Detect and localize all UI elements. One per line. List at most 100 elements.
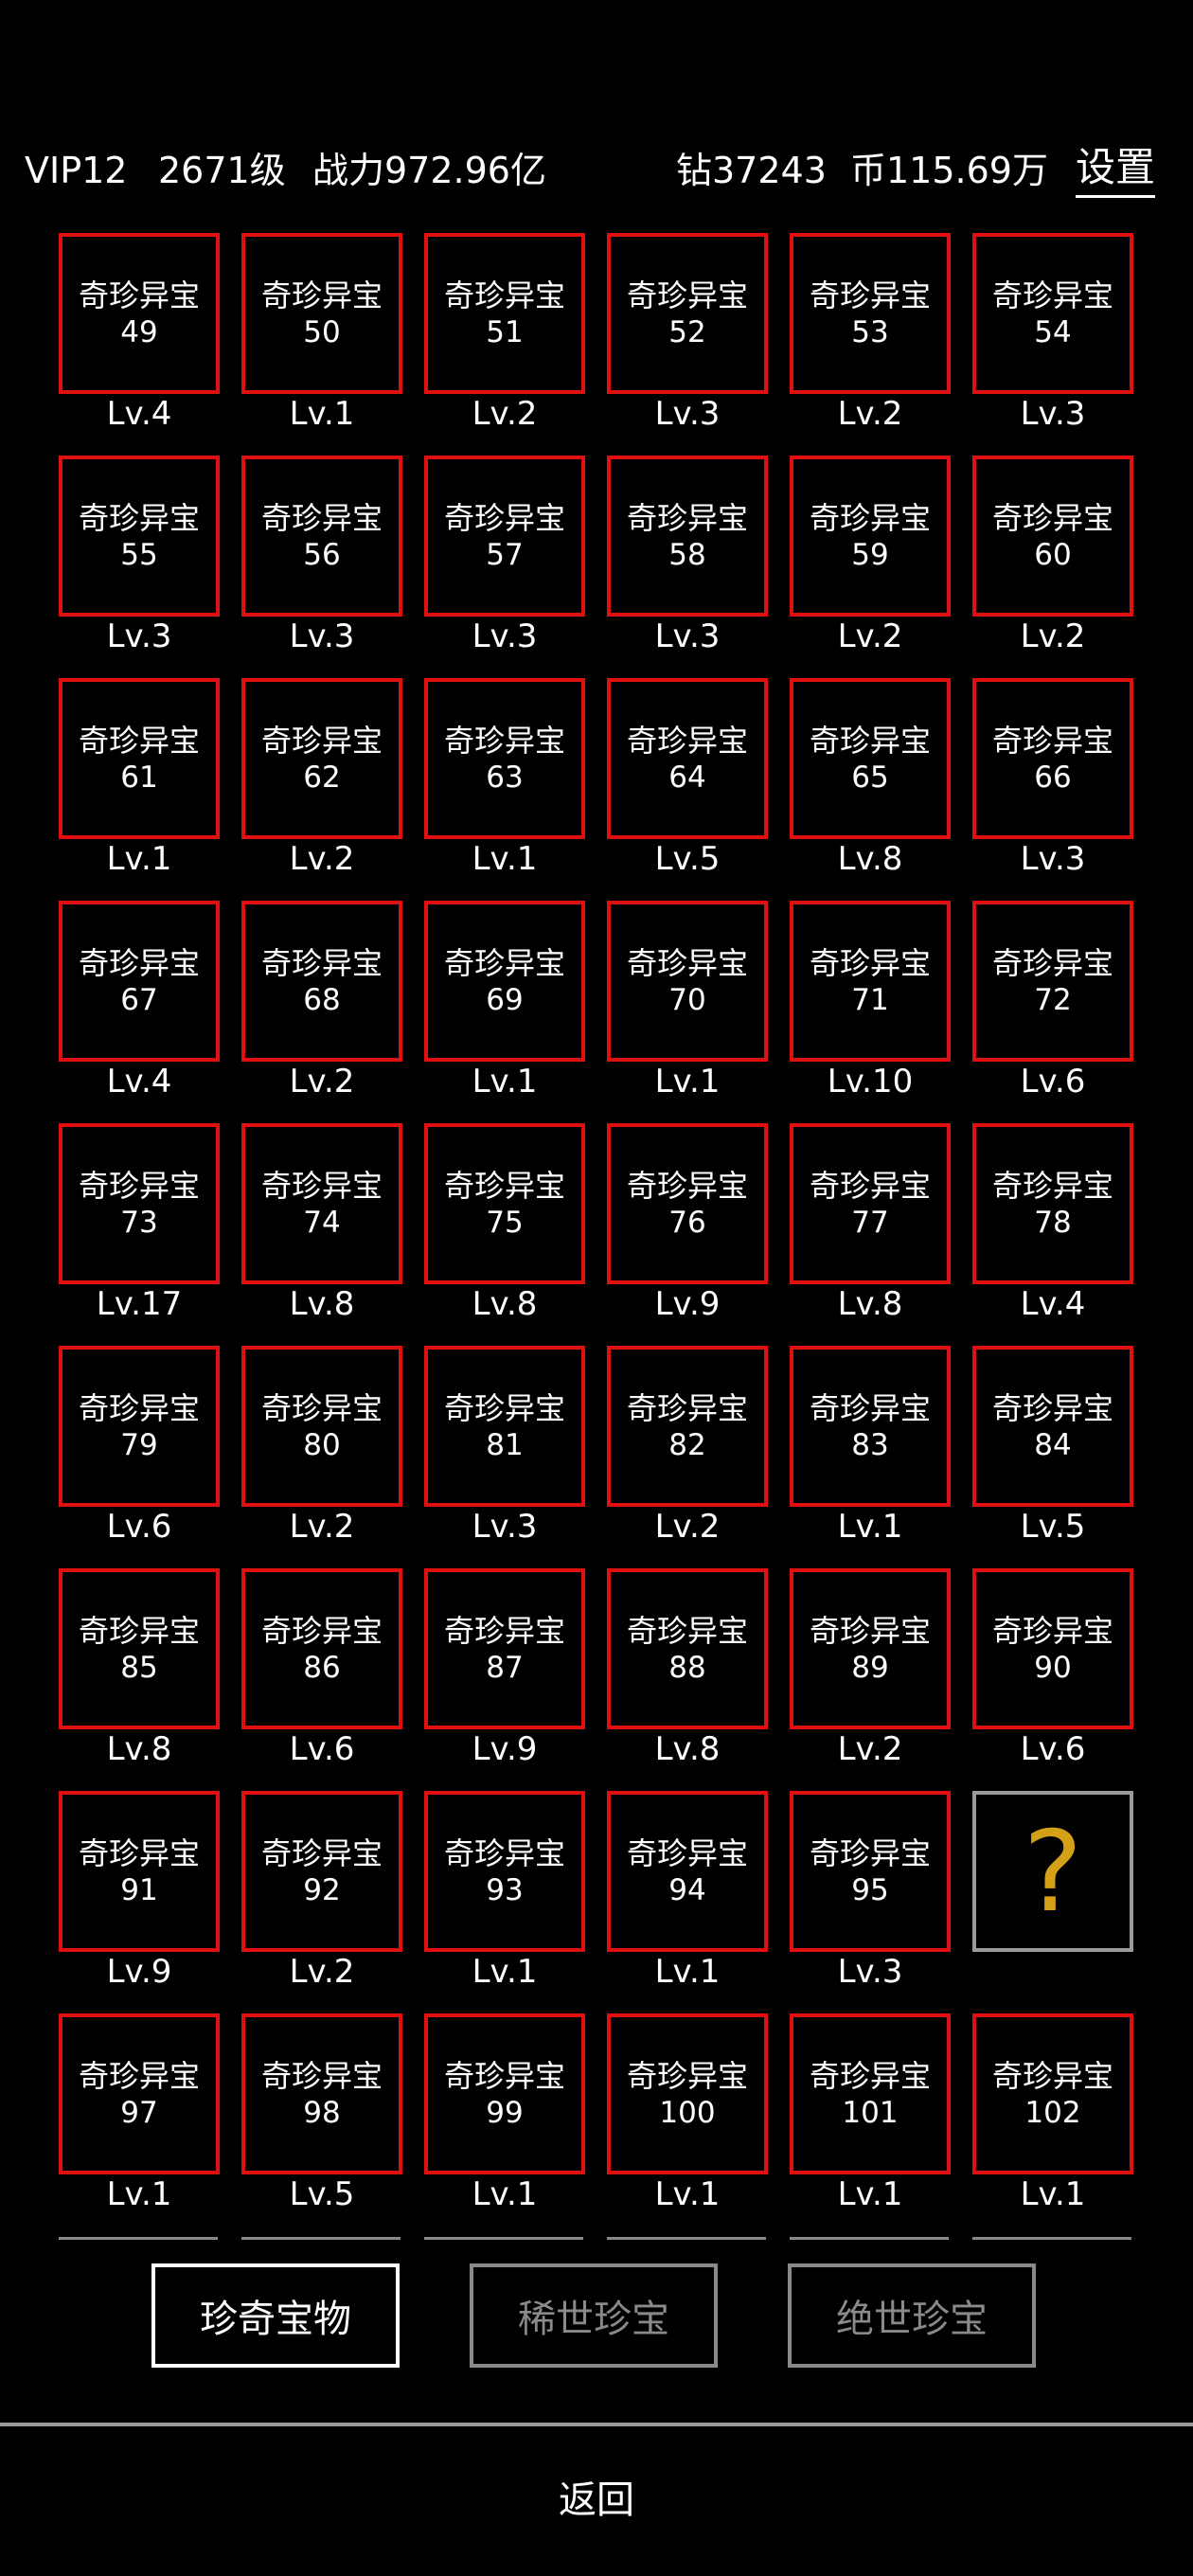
treasure-level: Lv.6 [106, 1508, 172, 1546]
treasure-card[interactable]: 奇珍异宝 95 [790, 1791, 951, 1952]
back-button[interactable]: 返回 [502, 2462, 691, 2538]
coin-balance: 币115.69万 [850, 150, 1048, 191]
treasure-number: 101 [842, 2096, 899, 2130]
treasure-card[interactable]: 奇珍异宝 89 [790, 1568, 951, 1729]
treasure-card[interactable]: 奇珍异宝 79 [59, 1346, 220, 1507]
treasure-name: 奇珍异宝 [260, 1168, 383, 1204]
treasure-card[interactable]: 奇珍异宝 94 [607, 1791, 768, 1952]
treasure-name: 奇珍异宝 [78, 1168, 200, 1204]
treasure-name: 奇珍异宝 [78, 1835, 200, 1871]
treasure-card[interactable]: 奇珍异宝 91 [59, 1791, 220, 1952]
treasure-card[interactable]: 奇珍异宝 71 [790, 901, 951, 1062]
treasure-card[interactable]: 奇珍异宝 99 [424, 2013, 585, 2174]
treasure-name: 奇珍异宝 [626, 1613, 748, 1649]
treasure-card[interactable]: 奇珍异宝 76 [607, 1123, 768, 1284]
treasure-card[interactable]: 奇珍异宝 98 [241, 2013, 402, 2174]
treasure-level: Lv.3 [654, 395, 721, 433]
treasure-number: 77 [851, 1206, 889, 1240]
treasure-level: Lv.6 [1020, 1063, 1086, 1100]
treasure-card[interactable]: 奇珍异宝 59 [790, 456, 951, 617]
treasure-card[interactable]: 奇珍异宝 50 [241, 233, 402, 394]
treasure-number: 64 [668, 760, 706, 795]
treasure-number: 98 [303, 2096, 341, 2130]
treasure-name: 奇珍异宝 [78, 723, 200, 759]
treasure-card[interactable]: 奇珍异宝 90 [972, 1568, 1133, 1729]
treasure-slot: 奇珍异宝 100 Lv.1 [607, 2013, 768, 2236]
treasure-card[interactable]: 奇珍异宝 82 [607, 1346, 768, 1507]
treasure-card[interactable]: 奇珍异宝 81 [424, 1346, 585, 1507]
treasure-number: 91 [120, 1873, 158, 1907]
treasure-card[interactable]: 奇珍异宝 87 [424, 1568, 585, 1729]
treasure-number: 81 [486, 1428, 524, 1462]
treasure-card[interactable]: 奇珍异宝 55 [59, 456, 220, 617]
treasure-level: Lv.2 [289, 840, 355, 878]
treasure-card[interactable]: 奇珍异宝 102 [972, 2013, 1133, 2174]
treasure-slot: 奇珍异宝 82 Lv.2 [607, 1346, 768, 1568]
treasure-card[interactable]: 奇珍异宝 61 [59, 678, 220, 839]
treasure-card[interactable]: 奇珍异宝 63 [424, 678, 585, 839]
treasure-number: 55 [120, 538, 158, 572]
treasure-slot: 奇珍异宝 61 Lv.1 [59, 678, 220, 901]
treasure-level: Lv.4 [106, 395, 172, 433]
tab-peerless-treasures[interactable]: 绝世珍宝 [788, 2263, 1036, 2368]
treasure-card[interactable]: 奇珍异宝 51 [424, 233, 585, 394]
treasure-level: Lv.8 [654, 1730, 721, 1768]
tab-precious-treasures[interactable]: 稀世珍宝 [470, 2263, 718, 2368]
treasure-card[interactable]: 奇珍异宝 58 [607, 456, 768, 617]
treasure-card[interactable]: 奇珍异宝 83 [790, 1346, 951, 1507]
treasure-card[interactable]: 奇珍异宝 70 [607, 901, 768, 1062]
settings-button[interactable]: 设置 [1076, 140, 1156, 198]
treasure-card[interactable]: 奇珍异宝 65 [790, 678, 951, 839]
treasure-card[interactable]: 奇珍异宝 72 [972, 901, 1133, 1062]
treasure-card[interactable]: 奇珍异宝 56 [241, 456, 402, 617]
treasure-slot: 奇珍异宝 68 Lv.2 [241, 901, 402, 1123]
treasure-slot: 奇珍异宝 102 Lv.1 [972, 2013, 1133, 2236]
treasure-slot: 奇珍异宝 73 Lv.17 [59, 1123, 220, 1346]
treasure-name: 奇珍异宝 [991, 1613, 1113, 1649]
treasure-card[interactable]: 奇珍异宝 69 [424, 901, 585, 1062]
treasure-card[interactable]: 奇珍异宝 52 [607, 233, 768, 394]
treasure-slot: 奇珍异宝 74 Lv.8 [241, 1123, 402, 1346]
treasure-number: 50 [303, 315, 341, 349]
treasure-card[interactable]: 奇珍异宝 75 [424, 1123, 585, 1284]
treasure-level: Lv.2 [1020, 617, 1086, 655]
treasure-card[interactable]: 奇珍异宝 73 [59, 1123, 220, 1284]
treasure-slot: 奇珍异宝 89 Lv.2 [790, 1568, 951, 1791]
treasure-card[interactable]: 奇珍异宝 101 [790, 2013, 951, 2174]
treasure-card[interactable]: 奇珍异宝 80 [241, 1346, 402, 1507]
treasure-card[interactable]: 奇珍异宝 86 [241, 1568, 402, 1729]
treasure-level: Lv.3 [289, 617, 355, 655]
treasure-card[interactable]: 奇珍异宝 49 [59, 233, 220, 394]
treasure-card[interactable]: 奇珍异宝 62 [241, 678, 402, 839]
tab-rare-treasures[interactable]: 珍奇宝物 [151, 2263, 400, 2368]
treasure-card[interactable]: 奇珍异宝 68 [241, 901, 402, 1062]
treasure-level: Lv.3 [837, 1953, 903, 1991]
treasure-level: Lv.3 [106, 617, 172, 655]
treasure-card[interactable]: 奇珍异宝 85 [59, 1568, 220, 1729]
treasure-card[interactable]: 奇珍异宝 74 [241, 1123, 402, 1284]
treasure-name: 奇珍异宝 [809, 945, 931, 981]
treasure-card[interactable]: 奇珍异宝 93 [424, 1791, 585, 1952]
treasure-card[interactable]: 奇珍异宝 64 [607, 678, 768, 839]
treasure-slot: 奇珍异宝 72 Lv.6 [972, 901, 1133, 1123]
treasure-card[interactable]: 奇珍异宝 97 [59, 2013, 220, 2174]
locked-treasure-card[interactable]: ? [972, 1791, 1133, 1952]
treasure-card[interactable]: 奇珍异宝 57 [424, 456, 585, 617]
treasure-card[interactable]: 奇珍异宝 78 [972, 1123, 1133, 1284]
treasure-card[interactable]: 奇珍异宝 53 [790, 233, 951, 394]
treasure-card[interactable]: 奇珍异宝 66 [972, 678, 1133, 839]
bottom-divider [0, 2423, 1193, 2426]
treasure-number: 83 [851, 1428, 889, 1462]
treasure-card[interactable]: 奇珍异宝 88 [607, 1568, 768, 1729]
treasure-card[interactable]: 奇珍异宝 100 [607, 2013, 768, 2174]
treasure-card[interactable]: 奇珍异宝 92 [241, 1791, 402, 1952]
treasure-name: 奇珍异宝 [809, 723, 931, 759]
treasure-card[interactable]: 奇珍异宝 54 [972, 233, 1133, 394]
treasure-slot: 奇珍异宝 50 Lv.1 [241, 233, 402, 456]
treasure-card[interactable]: 奇珍异宝 67 [59, 901, 220, 1062]
treasure-card[interactable]: 奇珍异宝 77 [790, 1123, 951, 1284]
treasure-card[interactable]: 奇珍异宝 84 [972, 1346, 1133, 1507]
treasure-name: 奇珍异宝 [809, 277, 931, 313]
treasure-card[interactable]: 奇珍异宝 60 [972, 456, 1133, 617]
treasure-slot: 奇珍异宝 92 Lv.2 [241, 1791, 402, 2013]
